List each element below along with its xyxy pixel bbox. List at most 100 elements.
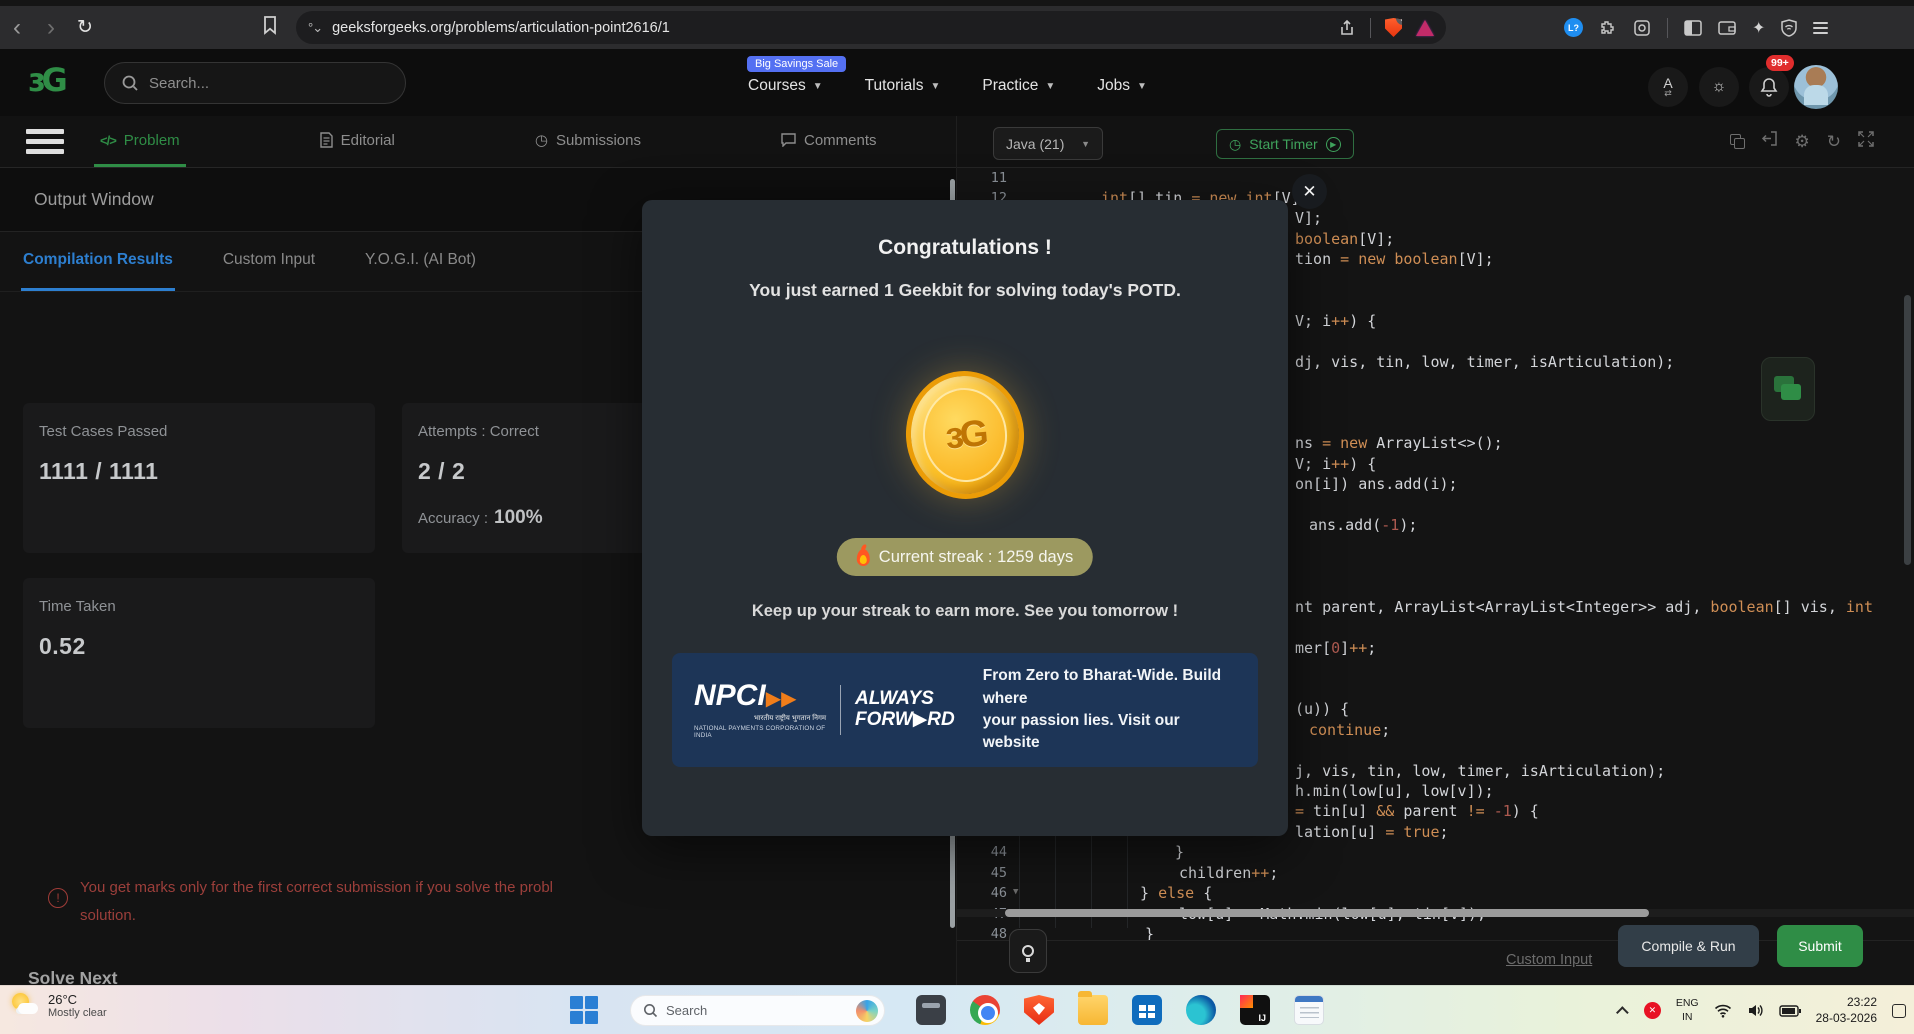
notifications-bell-icon[interactable] bbox=[1749, 67, 1789, 107]
taskbar-icon-folder[interactable] bbox=[1078, 991, 1108, 1025]
fullscreen-icon[interactable] bbox=[1858, 130, 1874, 152]
start-button[interactable] bbox=[570, 996, 600, 1026]
hint-lightbulb-button[interactable] bbox=[1009, 929, 1047, 973]
fold-marker[interactable]: ▼ bbox=[1013, 887, 1018, 897]
card-label: Time Taken bbox=[39, 598, 116, 615]
card-value: 1111 / 1111 bbox=[39, 458, 159, 484]
code-text: } bbox=[1175, 843, 1185, 862]
taskbar-icon-intellij[interactable] bbox=[1240, 995, 1270, 1025]
brave-rewards-icon[interactable] bbox=[1416, 19, 1434, 36]
start-timer-button[interactable]: ◷ Start Timer ▶ bbox=[1216, 129, 1354, 159]
browser-reload-button[interactable]: ↻ bbox=[68, 16, 102, 39]
output-tab-compilation[interactable]: Compilation Results bbox=[21, 232, 175, 291]
nav-link-tutorials[interactable]: Tutorials ▼ bbox=[865, 77, 941, 95]
bing-icon bbox=[856, 999, 878, 1022]
warning-text: You get marks only for the first correct… bbox=[80, 879, 553, 924]
browser-menu-icon[interactable] bbox=[1813, 19, 1829, 37]
sidebar-icon[interactable] bbox=[1684, 19, 1702, 36]
taskbar-icon-notepad[interactable] bbox=[1294, 995, 1324, 1025]
gfg-logo[interactable]: ɜG bbox=[28, 61, 68, 99]
custom-input-link[interactable]: Custom Input bbox=[1506, 952, 1592, 968]
extension-l-icon[interactable]: L? bbox=[1564, 18, 1583, 37]
output-tab-custom[interactable]: Custom Input bbox=[221, 232, 317, 291]
translate-icon[interactable]: A ⇄ bbox=[1648, 67, 1688, 107]
taskbar-icon-microsoft-store[interactable] bbox=[1132, 995, 1162, 1025]
avatar[interactable] bbox=[1794, 65, 1838, 109]
taskbar-icon-brave[interactable] bbox=[1024, 995, 1054, 1025]
compile-run-button[interactable]: Compile & Run bbox=[1618, 925, 1759, 967]
taskbar-search[interactable] bbox=[630, 995, 885, 1026]
extensions-puzzle-icon[interactable] bbox=[1599, 19, 1617, 37]
search-tab-icon[interactable] bbox=[1633, 19, 1651, 37]
browser-back-button[interactable]: ‹ bbox=[0, 15, 34, 40]
vpn-shield-icon[interactable] bbox=[1781, 18, 1798, 37]
tray-overflow-icon[interactable] bbox=[1615, 1006, 1629, 1019]
record-status-icon[interactable]: ✕ bbox=[1643, 1002, 1661, 1019]
flame-icon bbox=[856, 548, 870, 566]
wallet-icon[interactable] bbox=[1718, 20, 1736, 35]
language-select[interactable]: Java (21) ▼ bbox=[993, 127, 1103, 160]
theme-toggle-icon[interactable]: ☼ bbox=[1699, 67, 1739, 107]
taskbar-search-input[interactable] bbox=[666, 1003, 836, 1018]
reset-code-icon[interactable]: ↻ bbox=[1827, 133, 1841, 150]
nav-link-jobs[interactable]: Jobs ▼ bbox=[1097, 77, 1147, 95]
weather-icon bbox=[10, 990, 40, 1020]
tab-problem[interactable]: </> Problem bbox=[94, 116, 186, 167]
divider bbox=[1370, 17, 1371, 38]
submit-button[interactable]: Submit bbox=[1777, 925, 1863, 967]
brave-shield-icon[interactable]: 5 bbox=[1385, 18, 1402, 37]
output-tab-y.o.g.i.[interactable]: Y.O.G.I. (AI Bot) bbox=[363, 232, 478, 291]
ad-copy: From Zero to Bharat-Wide. Build where you… bbox=[982, 667, 1222, 752]
taskbar-icon-file-explorer[interactable] bbox=[916, 995, 946, 1025]
tab-submissions[interactable]: ◷ Submissions bbox=[529, 116, 647, 167]
browser-forward-button[interactable]: › bbox=[34, 15, 68, 40]
volume-icon[interactable] bbox=[1747, 1003, 1764, 1018]
nav-link-practice[interactable]: Practice ▼ bbox=[982, 77, 1055, 95]
leo-ai-sparkle-icon[interactable]: ✦ bbox=[1752, 18, 1765, 38]
line-number: 48 bbox=[990, 926, 1007, 940]
notification-center-icon[interactable] bbox=[1892, 1003, 1906, 1018]
line-number: 11 bbox=[990, 169, 1007, 186]
tab-editorial[interactable]: Editorial bbox=[314, 116, 401, 167]
code-text: } else { bbox=[1140, 884, 1213, 903]
copy-code-icon[interactable] bbox=[1729, 134, 1745, 149]
gfg-navbar: ɜG Big Savings Sale Courses▼Tutorials▼Pr… bbox=[0, 49, 1914, 116]
language-indicator[interactable]: ENG IN bbox=[1676, 997, 1699, 1023]
share-icon[interactable] bbox=[1338, 19, 1356, 37]
bookmark-icon[interactable] bbox=[262, 15, 278, 40]
weather-widget[interactable]: 26°C Mostly clear bbox=[10, 990, 107, 1020]
notification-count-badge: 99+ bbox=[1766, 55, 1794, 71]
url-text[interactable]: geeksforgeeks.org/problems/articulation-… bbox=[332, 20, 1338, 36]
clock[interactable]: 23:22 28-03-2026 bbox=[1816, 995, 1877, 1026]
taskbar-icon-edge[interactable] bbox=[1186, 995, 1216, 1025]
search-input[interactable] bbox=[149, 74, 369, 92]
horizontal-scrollbar[interactable] bbox=[1005, 909, 1649, 917]
chat-feedback-button[interactable] bbox=[1761, 357, 1815, 421]
gfg-search-box[interactable] bbox=[104, 62, 406, 104]
code-text: dj, vis, tin, low, timer, isArticulation… bbox=[1295, 352, 1675, 371]
taskbar-icon-chrome[interactable] bbox=[970, 995, 1000, 1025]
close-icon[interactable]: ✕ bbox=[1292, 174, 1327, 209]
chevron-down-icon: ▼ bbox=[1045, 80, 1056, 92]
site-settings-icon[interactable]: °⌄ bbox=[308, 20, 323, 36]
battery-icon[interactable] bbox=[1778, 1004, 1801, 1017]
settings-gear-icon[interactable]: ⚙ bbox=[1795, 133, 1810, 150]
code-text: (u)) { bbox=[1295, 700, 1350, 719]
hamburger-menu-icon[interactable] bbox=[0, 116, 70, 167]
congratulations-modal: ✕ Congratulations ! You just earned 1 Ge… bbox=[642, 174, 1327, 836]
address-bar[interactable]: °⌄ geeksforgeeks.org/problems/articulati… bbox=[296, 11, 1446, 44]
panel-tabbar: </> Problem Editorial ◷ Submissions Comments bbox=[0, 116, 956, 168]
result-card: Test Cases Passed 1111 / 1111 bbox=[23, 403, 375, 553]
wifi-icon[interactable] bbox=[1714, 1004, 1732, 1018]
output-window-title: Output Window bbox=[34, 189, 154, 209]
npci-ad-banner[interactable]: NPCI▶▶ भारतीय राष्ट्रीय भुगतान निगम NATI… bbox=[672, 653, 1258, 767]
import-code-icon[interactable] bbox=[1761, 130, 1778, 152]
divider bbox=[840, 685, 841, 735]
vertical-scrollbar[interactable] bbox=[1904, 295, 1911, 565]
tab-label: Comments bbox=[804, 131, 877, 149]
nav-link-courses[interactable]: Courses ▼ bbox=[748, 77, 823, 95]
npci-logo: NPCI▶▶ भारतीय राष्ट्रीय भुगतान निगम NATI… bbox=[694, 679, 827, 740]
tab-comments[interactable]: Comments bbox=[775, 116, 883, 167]
tab-label: Submissions bbox=[555, 131, 641, 149]
geekbit-coin: ɜG bbox=[900, 366, 1030, 504]
